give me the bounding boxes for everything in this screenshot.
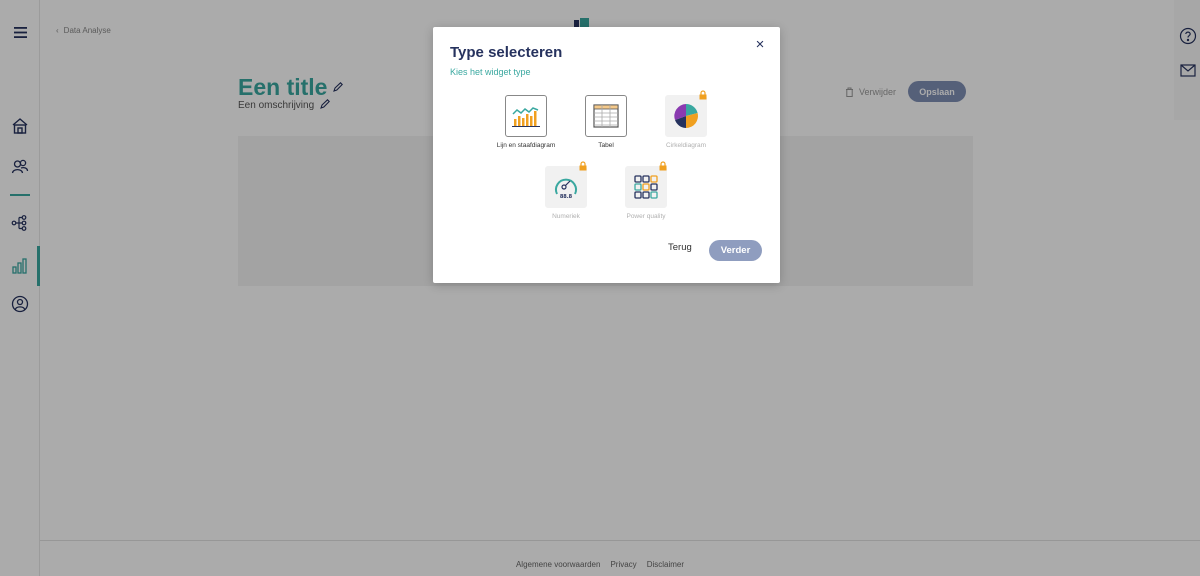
gauge-icon: 88.8 (545, 161, 587, 208)
pie-chart-icon (665, 90, 707, 137)
table-icon (585, 95, 627, 137)
lock-icon (659, 161, 667, 171)
widget-label: Numeriek (552, 213, 580, 220)
widget-label: Cirkeldiagram (665, 142, 707, 149)
type-select-modal: Type selecteren Kies het widget type × L… (433, 27, 780, 283)
lock-icon (699, 90, 707, 100)
widget-label: Tabel (598, 142, 614, 149)
modal-title: Type selecteren (450, 44, 563, 61)
modal-subtitle: Kies het widget type (450, 67, 531, 77)
widget-option-power-quality[interactable]: Power quality (606, 161, 686, 228)
widget-option-table[interactable]: Tabel (566, 95, 646, 157)
close-icon[interactable]: × (753, 37, 767, 52)
lock-icon (579, 161, 587, 171)
widget-label: Lijn en staafdiagram (496, 142, 556, 149)
next-button[interactable]: Verder (709, 240, 762, 261)
widget-label: Power quality (626, 213, 666, 220)
power-quality-grid-icon (625, 161, 667, 208)
gauge-value: 88.8 (560, 194, 573, 200)
widget-option-numeric[interactable]: 88.8 Numeriek (526, 161, 606, 228)
widget-option-line-bar[interactable]: Lijn en staafdiagram (486, 95, 566, 157)
back-button[interactable]: Terug (668, 242, 692, 253)
line-bar-chart-icon (505, 95, 547, 137)
widget-option-pie-chart[interactable]: Cirkeldiagram (646, 90, 726, 157)
